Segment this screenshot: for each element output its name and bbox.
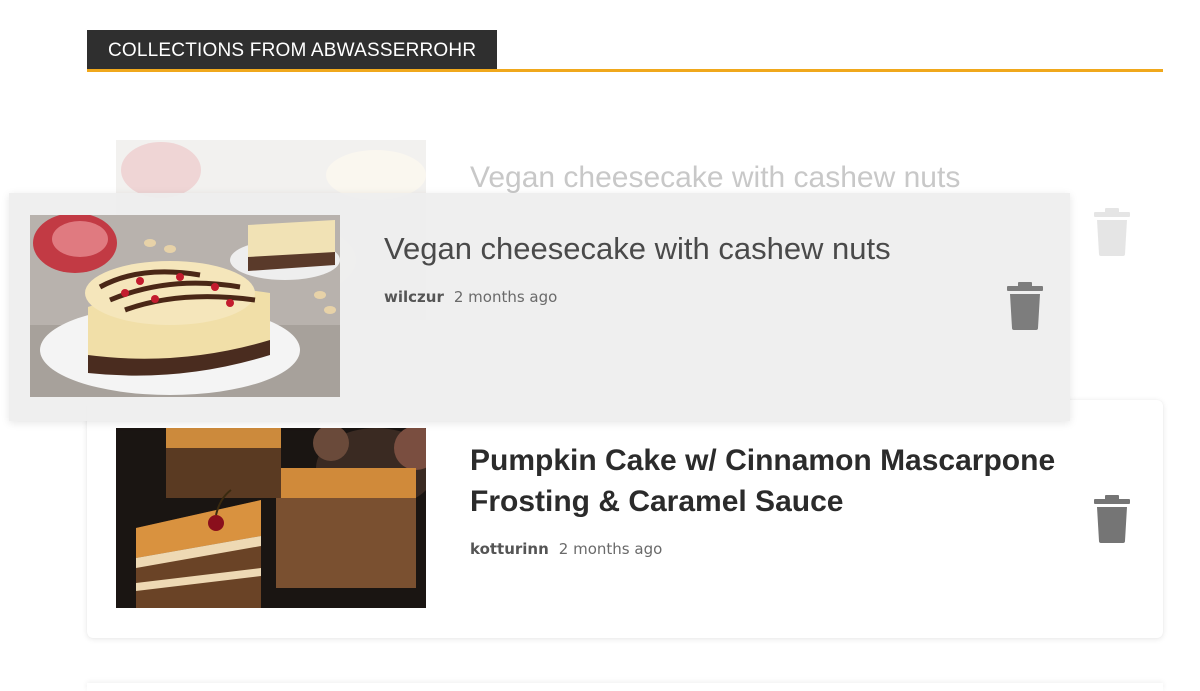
recipe-title[interactable]: Pumpkin Cake w/ Cinnamon Mascarpone Fros… (470, 440, 1110, 522)
author-name[interactable]: wilczur (384, 288, 444, 306)
timestamp: 2 months ago (558, 540, 663, 558)
next-card-edge (87, 683, 1163, 691)
recipe-meta: kotturinn 2 months ago (470, 540, 662, 558)
recipe-title-placeholder: Vegan cheesecake with cashew nuts (470, 161, 961, 194)
timestamp: 2 months ago (453, 288, 558, 306)
collection-card[interactable]: Pumpkin Cake w/ Cinnamon Mascarpone Fros… (87, 400, 1163, 638)
trash-icon[interactable] (1005, 282, 1045, 330)
trash-icon (1092, 208, 1132, 256)
section-title: COLLECTIONS FROM ABWASSERROHR (87, 30, 498, 69)
author-name[interactable]: kotturinn (470, 540, 549, 558)
dragged-collection-card[interactable]: Vegan cheesecake with cashew nuts wilczu… (9, 193, 1070, 421)
recipe-meta: wilczur 2 months ago (384, 288, 557, 306)
cheesecake-image[interactable] (30, 215, 340, 397)
section-header: COLLECTIONS FROM ABWASSERROHR (87, 30, 1163, 72)
pumpkin-cake-image[interactable] (116, 428, 426, 608)
trash-icon[interactable] (1092, 495, 1132, 543)
recipe-title[interactable]: Vegan cheesecake with cashew nuts (384, 228, 1024, 269)
